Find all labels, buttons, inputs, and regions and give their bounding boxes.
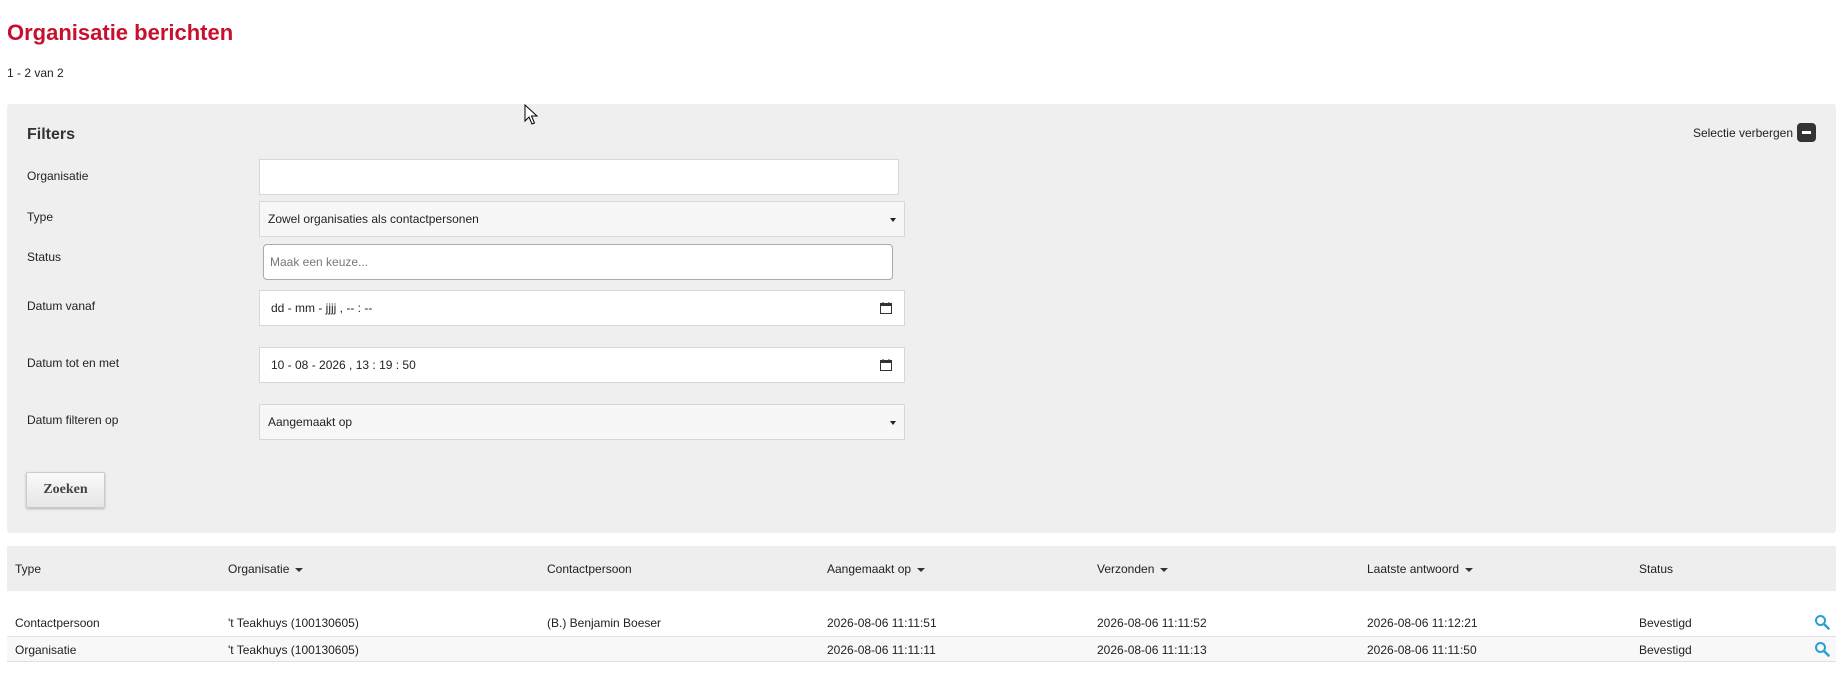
header-contactpersoon[interactable]: Contactpersoon [547, 562, 632, 576]
status-placeholder: Maak een keuze... [270, 255, 369, 269]
type-select-value: Zowel organisaties als contactpersonen [268, 212, 479, 226]
header-verzonden-label: Verzonden [1097, 562, 1155, 576]
datum-vanaf-input[interactable]: dd - mm - jjjj , -- : -- [259, 290, 905, 326]
chevron-down-icon [890, 421, 896, 425]
cell-contactpersoon: (B.) Benjamin Boeser [547, 616, 662, 630]
sort-caret-icon [1160, 567, 1169, 572]
search-icon[interactable] [1814, 641, 1830, 657]
type-select[interactable]: Zowel organisaties als contactpersonen [259, 201, 905, 237]
datum-vanaf-label: Datum vanaf [27, 299, 96, 313]
page-title: Organisatie berichten [7, 20, 234, 45]
status-label: Status [27, 250, 62, 264]
cell-organisatie: 't Teakhuys (100130605) [228, 643, 359, 657]
type-label: Type [27, 210, 54, 224]
organisatie-input[interactable] [259, 159, 899, 195]
result-count: 1 - 2 van 2 [7, 66, 64, 80]
cell-aangemaakt: 2026-08-06 11:11:11 [827, 643, 936, 657]
status-multiselect[interactable]: Maak een keuze... [263, 244, 893, 280]
header-type[interactable]: Type [15, 562, 41, 576]
cell-status: Bevestigd [1639, 643, 1692, 657]
cell-verzonden: 2026-08-06 11:11:52 [1097, 616, 1207, 630]
datum-tot-value: 10 - 08 - 2026 , 13 : 19 : 50 [271, 358, 416, 372]
cell-verzonden: 2026-08-06 11:11:13 [1097, 643, 1207, 657]
datum-tot-input[interactable]: 10 - 08 - 2026 , 13 : 19 : 50 [259, 347, 905, 383]
filters-panel: Filters Selectie verbergen Organisatie T… [7, 104, 1836, 533]
toggle-selection-label[interactable]: Selectie verbergen [1693, 126, 1793, 140]
cell-type: Contactpersoon [15, 616, 100, 630]
chevron-down-icon [890, 218, 896, 222]
datum-vanaf-value: dd - mm - jjjj , -- : -- [271, 301, 373, 315]
cursor-icon [524, 104, 538, 125]
header-aangemaakt[interactable]: Aangemaakt op [827, 562, 926, 576]
header-organisatie[interactable]: Organisatie [228, 562, 304, 576]
calendar-icon[interactable] [880, 302, 892, 314]
cell-aangemaakt: 2026-08-06 11:11:51 [827, 616, 937, 630]
datum-filteren-select[interactable]: Aangemaakt op [259, 404, 905, 440]
sort-caret-icon [295, 567, 304, 572]
table-row: Contactpersoon 't Teakhuys (100130605) (… [7, 610, 1836, 636]
calendar-icon[interactable] [880, 359, 892, 371]
cell-status: Bevestigd [1639, 616, 1692, 630]
cell-type: Organisatie [15, 643, 77, 657]
datum-tot-label: Datum tot en met [27, 356, 120, 370]
sort-caret-icon [917, 567, 926, 572]
datum-filteren-label: Datum filteren op [27, 413, 119, 427]
datum-filteren-value: Aangemaakt op [268, 415, 353, 429]
header-verzonden[interactable]: Verzonden [1097, 562, 1169, 576]
search-icon[interactable] [1814, 614, 1830, 630]
header-laatste-label: Laatste antwoord [1367, 562, 1460, 576]
cell-laatste-antwoord: 2026-08-06 11:11:50 [1367, 643, 1477, 657]
cell-organisatie: 't Teakhuys (100130605) [228, 616, 359, 630]
header-laatste-antwoord[interactable]: Laatste antwoord [1367, 562, 1474, 576]
sort-caret-icon [1465, 567, 1474, 572]
header-status: Status [1639, 562, 1674, 576]
organisatie-label: Organisatie [27, 169, 89, 183]
header-aangemaakt-label: Aangemaakt op [827, 562, 912, 576]
table-row: Organisatie 't Teakhuys (100130605) 2026… [7, 636, 1836, 662]
search-button[interactable]: Zoeken [26, 472, 105, 508]
results-table: Type Organisatie Contactpersoon Aangemaa… [7, 546, 1836, 662]
minus-icon[interactable] [1797, 123, 1816, 142]
cell-laatste-antwoord: 2026-08-06 11:12:21 [1367, 616, 1478, 630]
table-header: Type Organisatie Contactpersoon Aangemaa… [7, 546, 1836, 591]
header-organisatie-label: Organisatie [228, 562, 290, 576]
filters-title: Filters [27, 126, 76, 143]
